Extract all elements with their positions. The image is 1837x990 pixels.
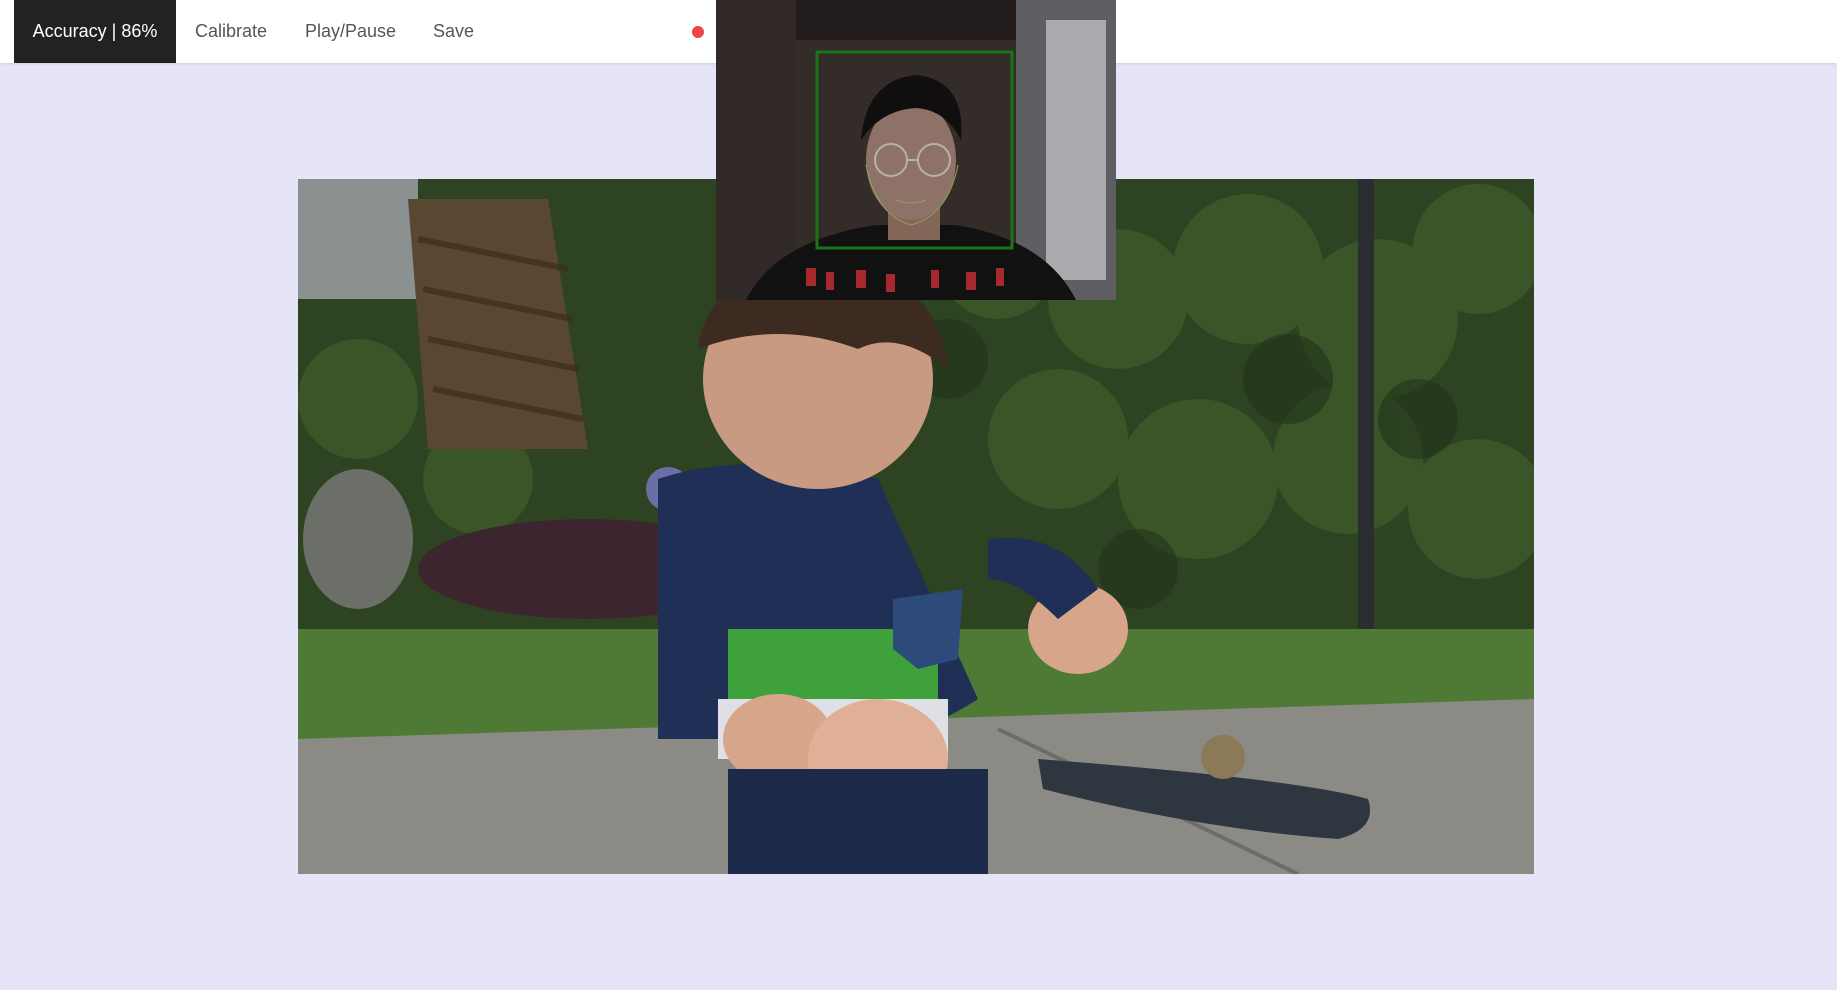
webcam-image [716, 0, 1116, 300]
record-dot-icon [692, 26, 704, 38]
play-pause-button[interactable]: Play/Pause [305, 0, 396, 63]
webcam-preview [716, 0, 1116, 300]
save-button[interactable]: Save [433, 0, 474, 63]
accuracy-button[interactable]: Accuracy | 86% [14, 0, 176, 63]
calibrate-button[interactable]: Calibrate [195, 0, 267, 63]
